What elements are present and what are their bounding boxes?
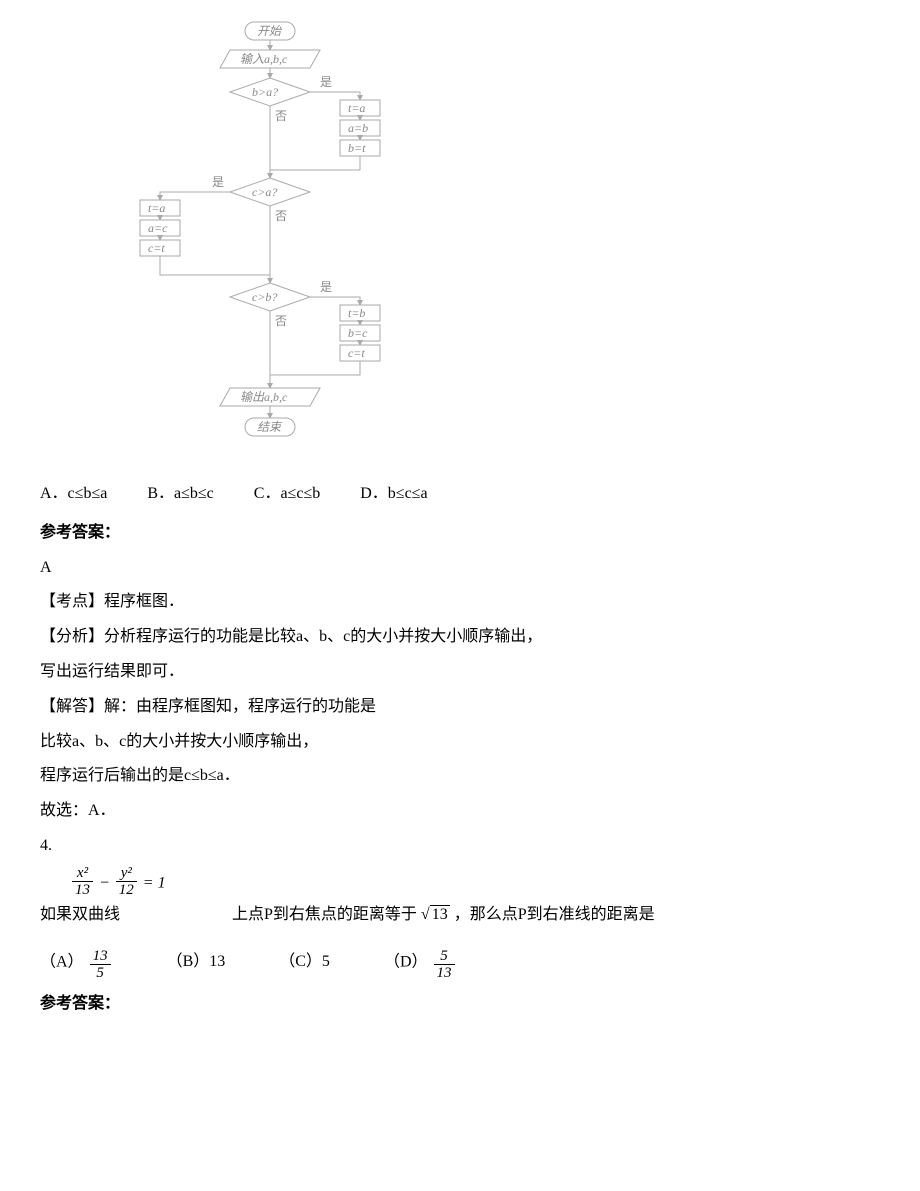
q4-ref-head: 参考答案：	[40, 990, 880, 1019]
q3-fenxi-2: 写出运行结果即可．	[40, 658, 880, 687]
q3-opt-d: D．b≤c≤a	[360, 480, 427, 509]
q4-opt-d: （D） 513	[384, 946, 457, 980]
svg-text:c=t: c=t	[348, 346, 365, 360]
svg-text:c=t: c=t	[148, 241, 165, 255]
svg-text:是: 是	[320, 280, 332, 294]
node-d3: c>b?	[252, 290, 277, 304]
q4-choices: （A） 135 （B）13 （C）5 （D） 513	[40, 946, 880, 980]
svg-text:t=a: t=a	[148, 201, 165, 215]
node-d2: c>a?	[252, 185, 277, 199]
svg-text:a=b: a=b	[348, 121, 368, 135]
node-d1: b>a?	[252, 85, 278, 99]
node-start: 开始	[257, 24, 282, 38]
q3-jieda-1: 【解答】解：由程序框图知，程序运行的功能是	[40, 693, 880, 722]
flowchart-figure: 开始 输入a,b,c b>a? 是 否 t=a a=b b=t c>a? 是 否…	[130, 20, 880, 460]
q4-equation-top: x²13 − y²12 = 1	[40, 867, 880, 901]
q4-opt-a: （A） 135	[40, 946, 113, 980]
svg-text:否: 否	[275, 209, 287, 223]
q3-jieda-3: 程序运行后输出的是c≤b≤a．	[40, 762, 880, 791]
q4-stem: 如果双曲线 xxxxxxxxxxxxx 上点P到右焦点的距离等于 √13 ，那么…	[40, 901, 880, 930]
sqrt-13: √13	[421, 901, 450, 930]
q3-options: A．c≤b≤a B．a≤b≤c C．a≤c≤b D．b≤c≤a	[40, 480, 880, 509]
svg-text:a=c: a=c	[148, 221, 168, 235]
q3-opt-b: B．a≤b≤c	[147, 480, 213, 509]
svg-text:否: 否	[275, 109, 287, 123]
svg-text:b=t: b=t	[348, 141, 366, 155]
q4-number: 4.	[40, 832, 880, 861]
svg-text:t=a: t=a	[348, 101, 365, 115]
q3-opt-c: C．a≤c≤b	[254, 480, 320, 509]
node-input: 输入a,b,c	[240, 52, 288, 66]
svg-text:t=b: t=b	[348, 306, 365, 320]
q3-jieda-4: 故选：A．	[40, 797, 880, 826]
q3-answer: A	[40, 554, 880, 583]
svg-text:是: 是	[320, 75, 332, 89]
q4-opt-b: （B）13	[167, 948, 226, 977]
svg-text:b=c: b=c	[348, 326, 368, 340]
q3-opt-a: A．c≤b≤a	[40, 480, 107, 509]
q3-jieda-2: 比较a、b、c的大小并按大小顺序输出，	[40, 728, 880, 757]
flowchart-svg: 开始 输入a,b,c b>a? 是 否 t=a a=b b=t c>a? 是 否…	[130, 20, 430, 460]
q3-fenxi-1: 【分析】分析程序运行的功能是比较a、b、c的大小并按大小顺序输出，	[40, 623, 880, 652]
node-output: 输出a,b,c	[240, 390, 288, 404]
q3-ref-head: 参考答案：	[40, 519, 880, 548]
svg-text:否: 否	[275, 314, 287, 328]
q3-kaodian: 【考点】程序框图．	[40, 588, 880, 617]
node-end: 结束	[257, 420, 283, 434]
svg-text:是: 是	[212, 175, 224, 189]
q4-opt-c: （C）5	[279, 948, 330, 977]
